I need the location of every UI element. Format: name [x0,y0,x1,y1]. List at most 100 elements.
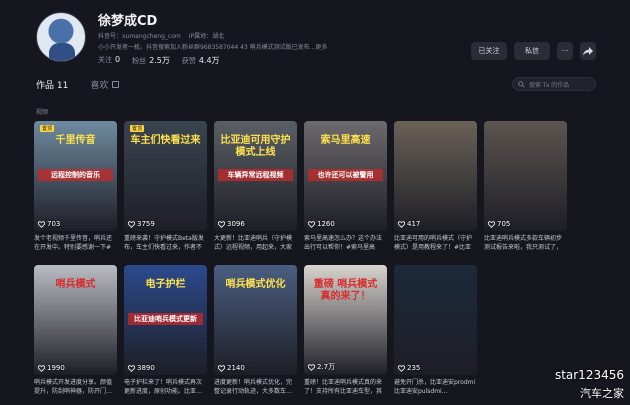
video-card[interactable]: 比亚迪可用守护模式上线 车辆异常远程视频 3096 大更新！比亚迪哨兵（守护模式）远程… [214,121,297,252]
thumbnail-title: 索马里高速 [320,135,371,146]
like-number: 705 [497,220,511,228]
profile-tabs: 作品 11 喜欢 [36,78,120,91]
video-thumbnail[interactable]: 哨兵模式优化 2140 [214,265,297,375]
video-thumbnail[interactable]: 哨兵模式 1990 [34,265,117,375]
like-count: 705 [488,220,510,228]
like-number: 417 [407,220,421,228]
likes-count: 4.4万 [198,56,220,65]
thumbnail-title: 哨兵模式 [55,279,96,290]
share-icon [583,47,593,56]
like-number: 1990 [47,364,65,372]
like-count: 417 [398,220,420,228]
video-thumbnail[interactable]: 705 [484,121,567,231]
thumbnail-subtitle: 比亚迪哨兵模式更新 [128,313,203,325]
watermark-user: star123456 [554,368,624,382]
following-count: 0 [115,55,121,64]
followers-stat[interactable]: 粉丝 2.5万 [132,55,170,66]
video-thumbnail[interactable]: 比亚迪可用守护模式上线 车辆异常远程视频 3096 [214,121,297,231]
ip-location: IP属地：湖北 [188,33,225,40]
heart-icon [128,220,135,228]
tab-likes-label: 喜欢 [90,81,109,91]
tab-works-label: 作品 11 [36,81,69,91]
like-number: 2140 [227,364,245,372]
profile-bio[interactable]: 小小开发者一枚。抖音搜索加入粉丝群9683587044 43 哨兵模式测试版已发… [98,42,348,51]
video-caption[interactable]: 大更新！比亚迪哨兵（守护模式）远程视频，用起来，大家都可以体… [214,234,297,252]
video-thumbnail[interactable]: 235 [394,265,477,375]
heart-icon [38,220,45,228]
like-number: 2.7万 [317,363,336,371]
video-caption[interactable]: 重磅来袭！守护模式Beta版发布，车主们快看过来，作者不会回复私信，再也不… [124,234,207,252]
share-button[interactable] [580,42,596,60]
douyin-id: 抖音号：xumengcheng_com [98,33,181,40]
more-button[interactable]: ··· [557,42,573,60]
following-stat[interactable]: 关注 0 [98,55,120,66]
watermark-site: 汽车之家 [580,387,624,400]
video-caption[interactable]: 电子护栏来了！哨兵模式再次更新进度，原创功能。比亚… [124,378,207,396]
video-card[interactable]: 置顶 车主们快看过来 3759 重磅来袭！守护模式Beta版发布，车主们快看过来，作者… [124,121,207,252]
profile-actions: 已关注 私信 ··· [471,42,596,60]
video-card[interactable]: 索马里高速 也许还可以被警用 1260 索马里高速怎么办？这个办法出行可以帮你！#索马… [304,121,387,252]
avatar[interactable] [36,12,86,62]
video-caption[interactable]: 重磅！比亚迪哨兵模式真的来了！支持所有比亚迪车型，其他汽… [304,378,387,396]
video-card[interactable]: 置顶 千里传音 远程控制的音乐 703 发个老视频千里传音，哨兵还在开发中。特别要感谢一… [34,121,117,252]
thumbnail-subtitle: 车辆异常远程视频 [218,169,293,181]
following-label: 关注 [98,56,112,64]
like-number: 1260 [317,220,335,228]
followed-button[interactable]: 已关注 [471,42,507,60]
video-thumbnail[interactable]: 置顶 车主们快看过来 3759 [124,121,207,231]
thumbnail-title: 重磅 哨兵模式 真的来了！ [313,279,378,302]
video-thumbnail[interactable]: 电子护栏比亚迪哨兵模式更新 3890 [124,265,207,375]
like-number: 3096 [227,220,245,228]
heart-icon [308,363,315,371]
video-caption[interactable]: 发个老视频千里传音，哨兵还在开发中。特别要感谢一下#比亚迪 #新能源汽车 [34,234,117,252]
pinned-badge: 置顶 [130,125,145,132]
video-thumbnail[interactable]: 索马里高速 也许还可以被警用 1260 [304,121,387,231]
followers-count: 2.5万 [149,56,170,65]
lock-icon [112,81,120,88]
like-count: 1260 [308,220,335,228]
search-input[interactable]: 搜索 Ta 的作品 [512,77,596,91]
video-card[interactable]: 重磅 哨兵模式 真的来了！ 2.7万重磅！比亚迪哨兵模式真的来了！支持所有比亚迪车… [304,265,387,396]
video-caption[interactable]: 进度更新！哨兵模式优化，完整记录行动轨迹，大多数车… [214,378,297,396]
like-count: 235 [398,364,420,372]
video-caption[interactable]: 哨兵模式开发进度分享。颜值提升，防刮哨神器，防开门… [34,378,117,396]
tab-likes[interactable]: 喜欢 [90,78,120,91]
video-caption[interactable]: 索马里高速怎么办？这个办法出行可以帮你！#索马里高速… [304,234,387,252]
video-card[interactable]: 235 避免开门杀，比亚迪安prodmi比亚迪安pulsdmi… [394,265,477,396]
tab-works[interactable]: 作品 11 [36,78,68,91]
video-card[interactable]: 705 比亚迪哨兵模式多款车辆初步测试报告来啦，我只测试了，到底长什么样… [484,121,567,252]
thumbnail-title: 哨兵模式优化 [225,279,286,290]
like-count: 2140 [218,364,245,372]
likes-label: 获赞 [181,57,196,65]
message-button[interactable]: 私信 [514,42,550,60]
video-card[interactable]: 哨兵模式优化 2140 进度更新！哨兵模式优化，完整记录行动轨迹，大多数车… [214,265,297,396]
video-card[interactable]: 电子护栏比亚迪哨兵模式更新 3890 电子护栏来了！哨兵模式再次更新进度，原创功能。… [124,265,207,396]
like-count: 1990 [38,364,65,372]
video-card[interactable]: 417 比亚迪可用的哨兵模式（守护模式）是用教程来了！#比亚迪… [394,121,477,252]
thumbnail-title: 千里传音 [55,135,96,146]
like-number: 703 [47,220,61,228]
section-label: 视频 [36,109,49,116]
search-icon [518,80,525,88]
like-count: 3890 [128,364,155,372]
thumbnail-title: 电子护栏 [145,279,186,290]
search-placeholder: 搜索 Ta 的作品 [529,81,570,89]
video-thumbnail[interactable]: 置顶 千里传音 远程控制的音乐 703 [34,121,117,231]
like-count: 703 [38,220,60,228]
like-number: 3759 [137,220,155,228]
video-card[interactable]: 哨兵模式 1990 哨兵模式开发进度分享。颜值提升，防刮哨神器，防开门… [34,265,117,396]
profile-name: 徐梦成CD [98,14,158,29]
thumbnail-subtitle: 远程控制的音乐 [38,169,113,181]
video-thumbnail[interactable]: 417 [394,121,477,231]
profile-meta: 抖音号：xumengcheng_com IP属地：湖北 [98,31,224,40]
heart-icon [488,220,495,228]
heart-icon [398,220,405,228]
likes-stat: 获赞 4.4万 [182,55,220,66]
video-caption[interactable]: 比亚迪可用的哨兵模式（守护模式）是用教程来了！#比亚迪… [394,234,477,252]
video-thumbnail[interactable]: 重磅 哨兵模式 真的来了！ 2.7万 [304,265,387,375]
video-caption[interactable]: 避免开门杀，比亚迪安prodmi比亚迪安pulsdmi… [394,378,477,396]
like-count: 2.7万 [308,362,335,372]
heart-icon [308,220,315,228]
video-caption[interactable]: 比亚迪哨兵模式多款车辆初步测试报告来啦，我只测试了，到底长什么样… [484,234,567,252]
like-count: 3096 [218,220,245,228]
